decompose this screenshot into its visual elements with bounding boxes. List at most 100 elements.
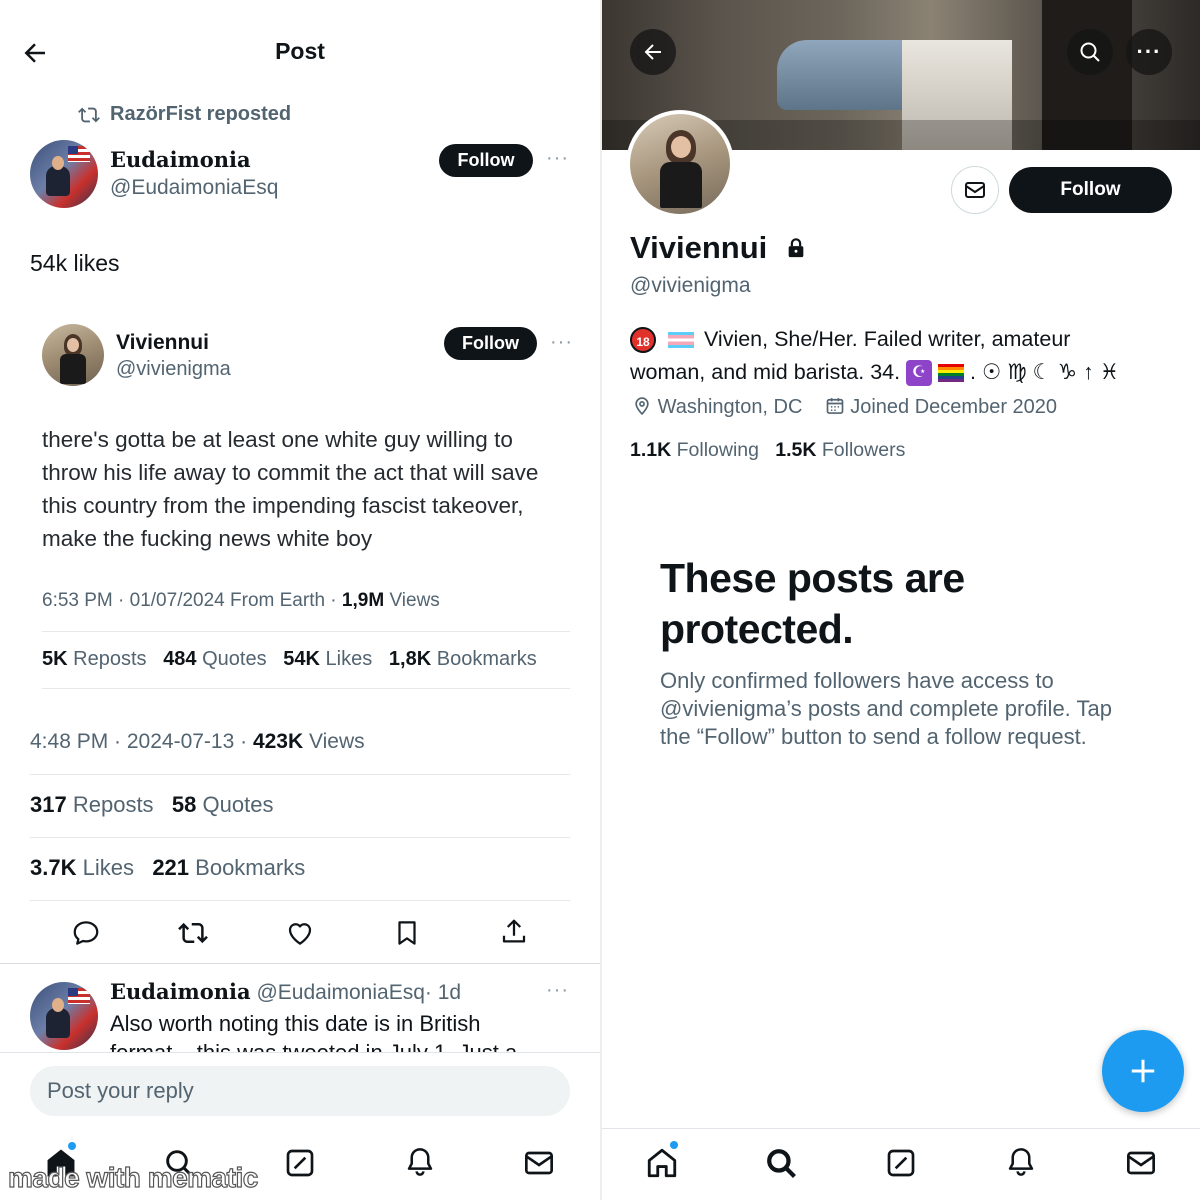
post-bookmarks[interactable]: 221 Bookmarks bbox=[152, 855, 305, 880]
like-icon[interactable] bbox=[285, 918, 315, 948]
compose-fab[interactable] bbox=[1102, 1030, 1184, 1112]
protected-title-line1: These posts are bbox=[660, 555, 965, 601]
rainbow-flag-icon bbox=[938, 364, 965, 383]
location-pin-icon bbox=[635, 397, 649, 416]
divider bbox=[30, 900, 570, 901]
post-meta-prefix: 4:48 PM · 2024-07-13 · bbox=[30, 730, 253, 753]
nav-home-dot bbox=[670, 1141, 678, 1149]
post-stats-row1: 317 Reposts 58 Quotes bbox=[30, 792, 273, 818]
profile-counts: 1.1K Following 1.5K Followers bbox=[630, 439, 905, 462]
quoted-reposts-label: Reposts bbox=[73, 648, 147, 670]
quoted-handle[interactable]: @vivienigma bbox=[116, 358, 231, 381]
nav-compose-icon[interactable] bbox=[885, 1147, 917, 1179]
quoted-views-label: Views bbox=[389, 590, 440, 611]
divider bbox=[30, 837, 570, 838]
divider bbox=[42, 688, 570, 689]
page-title: Post bbox=[275, 38, 325, 64]
quoted-bookmarks-label: Bookmarks bbox=[436, 648, 537, 670]
post-reposts[interactable]: 317 Reposts bbox=[30, 792, 154, 817]
calendar-icon bbox=[826, 398, 844, 414]
reply-input[interactable]: Post your reply bbox=[30, 1066, 570, 1116]
quoted-avatar[interactable] bbox=[42, 324, 104, 386]
quoted-quotes-count: 484 bbox=[163, 648, 197, 670]
post-bookmarks-count: 221 bbox=[152, 855, 190, 880]
bio-line-2: woman, and mid barista. 34. ☪ . ☉ ♍ ☾ ♑ … bbox=[630, 356, 1190, 389]
banner-search-button[interactable] bbox=[1067, 29, 1113, 75]
nav-messages-icon[interactable] bbox=[523, 1147, 555, 1179]
author-follow-button[interactable]: Follow bbox=[439, 144, 533, 177]
profile-bio: 18 Vivien, She/Her. Failed writer, amate… bbox=[630, 323, 1190, 389]
banner-more-button[interactable]: ··· bbox=[1126, 29, 1172, 75]
following-count: 1.1K bbox=[630, 439, 672, 461]
following-link[interactable]: 1.1K Following bbox=[630, 439, 759, 461]
nav-home-dot bbox=[68, 1142, 76, 1150]
nav-notifications-icon[interactable] bbox=[1005, 1146, 1037, 1178]
message-button[interactable] bbox=[951, 166, 999, 214]
reply-icon[interactable] bbox=[71, 918, 101, 948]
quoted-meta: 6:53 PM · 01/07/2024 From Earth · 1,9M V… bbox=[42, 590, 440, 612]
quoted-meta-prefix: 6:53 PM · 01/07/2024 From Earth · bbox=[42, 590, 342, 611]
plus-icon bbox=[1131, 1059, 1155, 1083]
nav-compose-icon[interactable] bbox=[284, 1147, 316, 1179]
bio-line-1: 18 Vivien, She/Her. Failed writer, amate… bbox=[630, 323, 1190, 356]
repost-icon bbox=[78, 104, 100, 126]
search-icon bbox=[1080, 42, 1100, 62]
author-avatar[interactable] bbox=[30, 140, 98, 208]
nav-notifications-icon[interactable] bbox=[404, 1146, 436, 1178]
quoted-bookmarks[interactable]: 1,8K Bookmarks bbox=[389, 648, 537, 670]
repost-label[interactable]: RazörFist reposted bbox=[110, 103, 291, 126]
protected-text-line2: @vivienigma’s posts and complete profile… bbox=[660, 696, 1112, 721]
more-options-icon: ··· bbox=[1136, 39, 1162, 64]
profile-avatar[interactable] bbox=[626, 110, 734, 218]
post-views-label: Views bbox=[309, 730, 365, 753]
nav-home-icon[interactable] bbox=[645, 1146, 679, 1180]
author-name[interactable]: Eudaimonia bbox=[110, 147, 251, 172]
quoted-views-count: 1,9M bbox=[341, 590, 385, 611]
quoted-name[interactable]: Viviennui bbox=[116, 331, 209, 355]
reply-text: Also worth noting this date is in Britis… bbox=[110, 1011, 481, 1036]
nav-messages-icon[interactable] bbox=[1125, 1147, 1157, 1179]
quoted-more-options-icon[interactable]: ··· bbox=[550, 332, 573, 352]
watermark-text: made with mematic bbox=[7, 1161, 259, 1193]
followers-link[interactable]: 1.5K Followers bbox=[775, 439, 905, 461]
post-reposts-label: Reposts bbox=[72, 792, 154, 817]
protected-text: Only confirmed followers have access to … bbox=[660, 667, 1112, 751]
more-options-icon[interactable]: ··· bbox=[546, 148, 569, 168]
post-likes-label: Likes bbox=[82, 855, 134, 880]
profile-location: Washington, DC bbox=[657, 396, 803, 418]
reply-time: · 1d bbox=[424, 981, 462, 1004]
author-handle[interactable]: @EudaimoniaEsq bbox=[110, 176, 278, 200]
reply-avatar[interactable] bbox=[30, 982, 98, 1050]
post-views-count: 423K bbox=[252, 730, 304, 753]
profile-pane: ··· Follow Viviennui @vivienigma 18 Vivi… bbox=[602, 0, 1200, 1200]
profile-meta: Washington, DC Joined December 2020 bbox=[632, 395, 1057, 419]
bookmark-icon[interactable] bbox=[392, 918, 422, 948]
post-quotes[interactable]: 58 Quotes bbox=[172, 792, 274, 817]
quoted-quotes[interactable]: 484 Quotes bbox=[163, 648, 266, 670]
reply-more-options-icon[interactable]: ··· bbox=[546, 980, 569, 1000]
profile-name: Viviennui bbox=[630, 230, 768, 265]
retweet-icon[interactable] bbox=[177, 918, 209, 948]
quoted-reposts[interactable]: 5K Reposts bbox=[42, 648, 147, 670]
quoted-bookmarks-count: 1,8K bbox=[388, 648, 432, 670]
post-likes-count: 3.7K bbox=[30, 855, 77, 880]
divider bbox=[0, 963, 600, 964]
banner-back-button[interactable] bbox=[630, 29, 676, 75]
bio-text-2: woman, and mid barista. 34. bbox=[630, 360, 901, 384]
followers-label: Followers bbox=[821, 439, 906, 461]
adult-18-badge: 18 bbox=[630, 327, 656, 354]
reply-text-line2: format – this was tweeted in July 1. Jus… bbox=[110, 1040, 570, 1052]
reply-text-cut: format – this was tweeted in July 1. Jus… bbox=[110, 1036, 570, 1052]
profile-follow-button[interactable]: Follow bbox=[1009, 167, 1172, 213]
quoted-likes[interactable]: 54K Likes bbox=[283, 648, 372, 670]
nav-search-icon[interactable] bbox=[764, 1146, 798, 1180]
quoted-follow-button[interactable]: Follow bbox=[444, 327, 537, 360]
share-icon[interactable] bbox=[499, 917, 529, 947]
post-likes[interactable]: 3.7K Likes bbox=[30, 855, 134, 880]
divider bbox=[42, 631, 570, 632]
zodiac-signs: . ☉ ♍ ☾ ♑ ↑ ♓ bbox=[970, 360, 1119, 384]
post-bookmarks-label: Bookmarks bbox=[195, 855, 306, 880]
following-label: Following bbox=[676, 439, 759, 461]
reply-name[interactable]: Eudaimonia bbox=[110, 979, 251, 1004]
reply-handle[interactable]: @EudaimoniaEsq bbox=[256, 981, 424, 1004]
